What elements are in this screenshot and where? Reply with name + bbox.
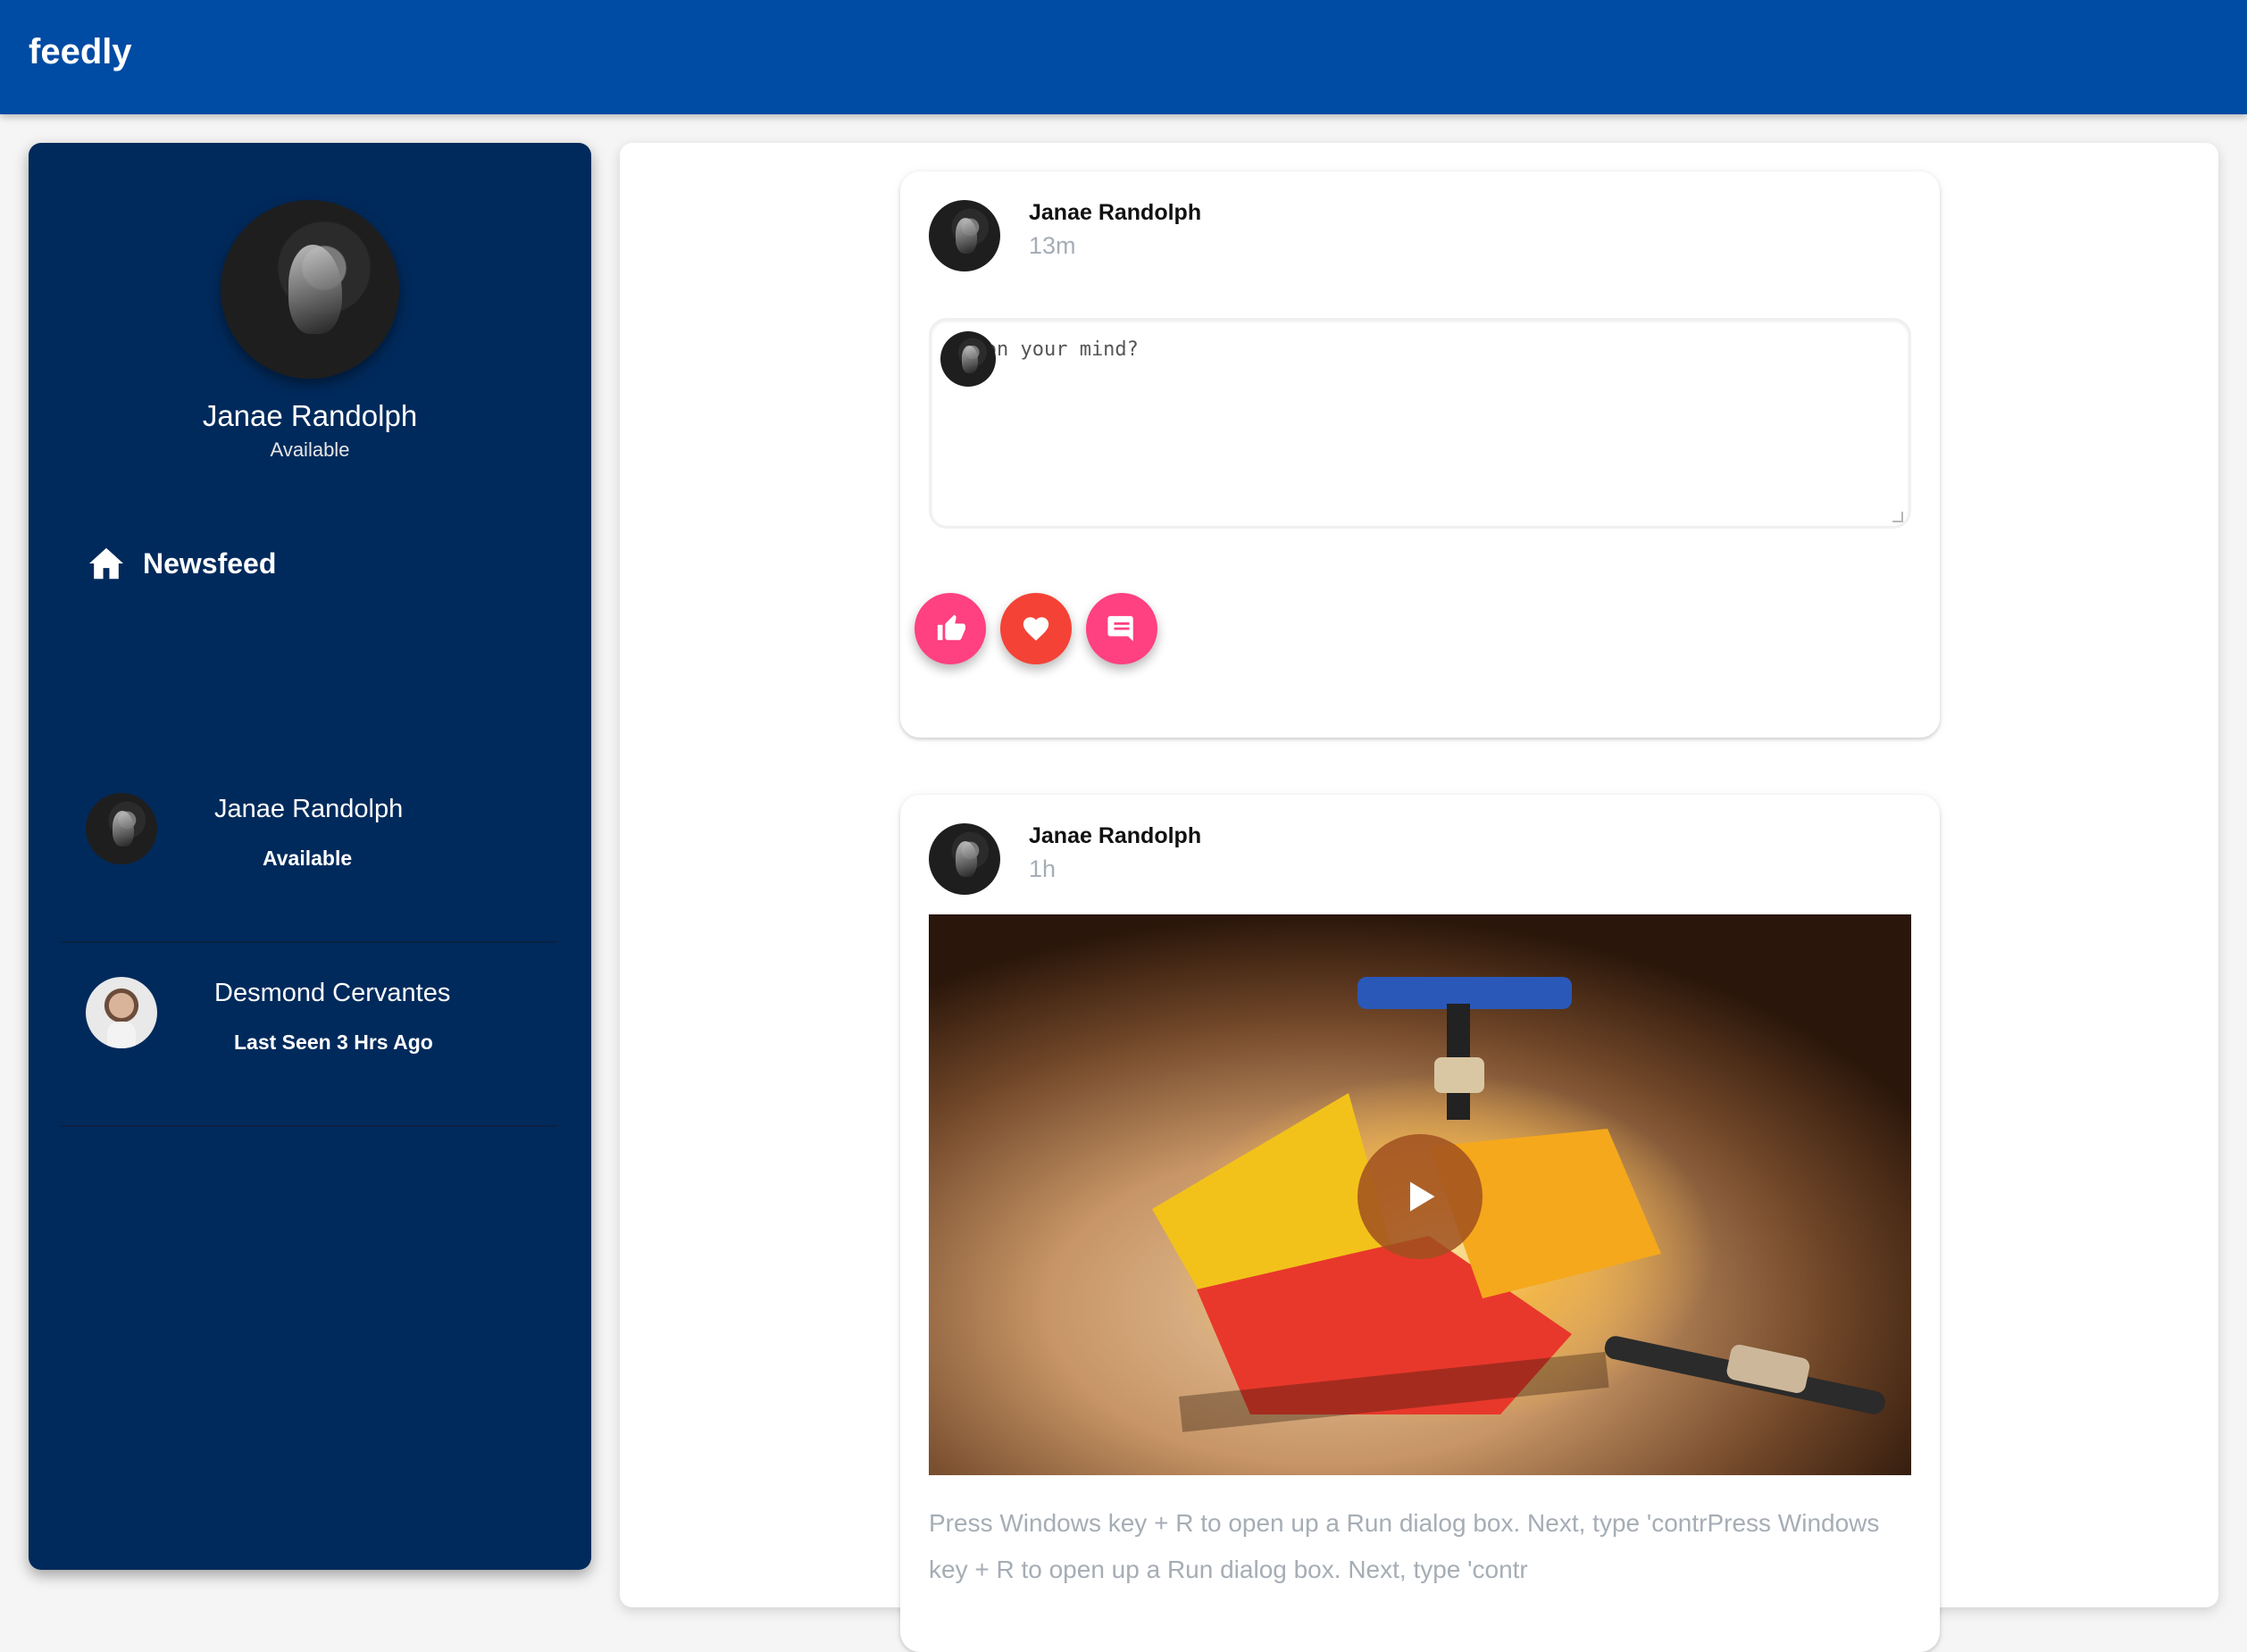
author-name[interactable]: Janae Randolph	[1029, 200, 1201, 226]
post-composer-textarea[interactable]: 's on your mind?	[929, 318, 1911, 529]
contact-name: Desmond Cervantes	[214, 979, 451, 1007]
post-time: 13m	[1029, 232, 1076, 259]
contact-avatar	[86, 793, 157, 864]
contact-item[interactable]: Janae Randolph Available	[61, 759, 557, 943]
post-text: Press Windows key + R to open up a Run d…	[929, 1509, 1880, 1583]
play-icon	[1410, 1181, 1435, 1212]
play-button[interactable]	[1357, 1134, 1483, 1259]
like-button[interactable]	[915, 593, 986, 664]
comment-button[interactable]	[1086, 593, 1157, 664]
comment-icon	[1107, 615, 1133, 642]
composer-card: Janae Randolph 13m 's on your mind?	[900, 171, 1940, 738]
post-time: 1h	[1029, 855, 1057, 882]
author-name[interactable]: Janae Randolph	[1029, 823, 1201, 849]
resize-grip[interactable]	[1892, 512, 1903, 522]
profile-name: Janae Randolph	[202, 399, 418, 432]
profile-status: Available	[270, 438, 350, 461]
sidebar: Janae Randolph Available Newsfeed Janae …	[29, 143, 591, 1570]
love-button[interactable]	[1000, 593, 1072, 664]
nav-label: Newsfeed	[143, 546, 277, 580]
contact-status: Last Seen 3 Hrs Ago	[234, 1030, 433, 1054]
nav-item-newsfeed[interactable]: Newsfeed	[88, 543, 445, 584]
brand-logo[interactable]: feedly	[29, 32, 132, 72]
profile-avatar[interactable]	[221, 200, 399, 379]
contact-status: Available	[263, 847, 353, 870]
contact-item[interactable]: Desmond Cervantes Last Seen 3 Hrs Ago	[61, 943, 557, 1127]
thumbs-up-icon	[937, 614, 965, 640]
newsfeed-main: Janae Randolph 13m 's on your mind? Jana…	[620, 143, 2218, 1652]
post-card: Janae Randolph 1h Press Windows key + R …	[900, 795, 1940, 1652]
contact-avatar	[86, 977, 157, 1048]
author-avatar[interactable]	[929, 200, 1000, 271]
author-avatar[interactable]	[929, 823, 1000, 895]
contact-name: Janae Randolph	[214, 795, 404, 823]
home-icon	[89, 547, 123, 580]
composer-avatar	[940, 331, 996, 387]
top-app-bar: feedly	[0, 0, 2247, 114]
post-video[interactable]	[929, 914, 1911, 1475]
heart-icon	[1023, 617, 1049, 641]
